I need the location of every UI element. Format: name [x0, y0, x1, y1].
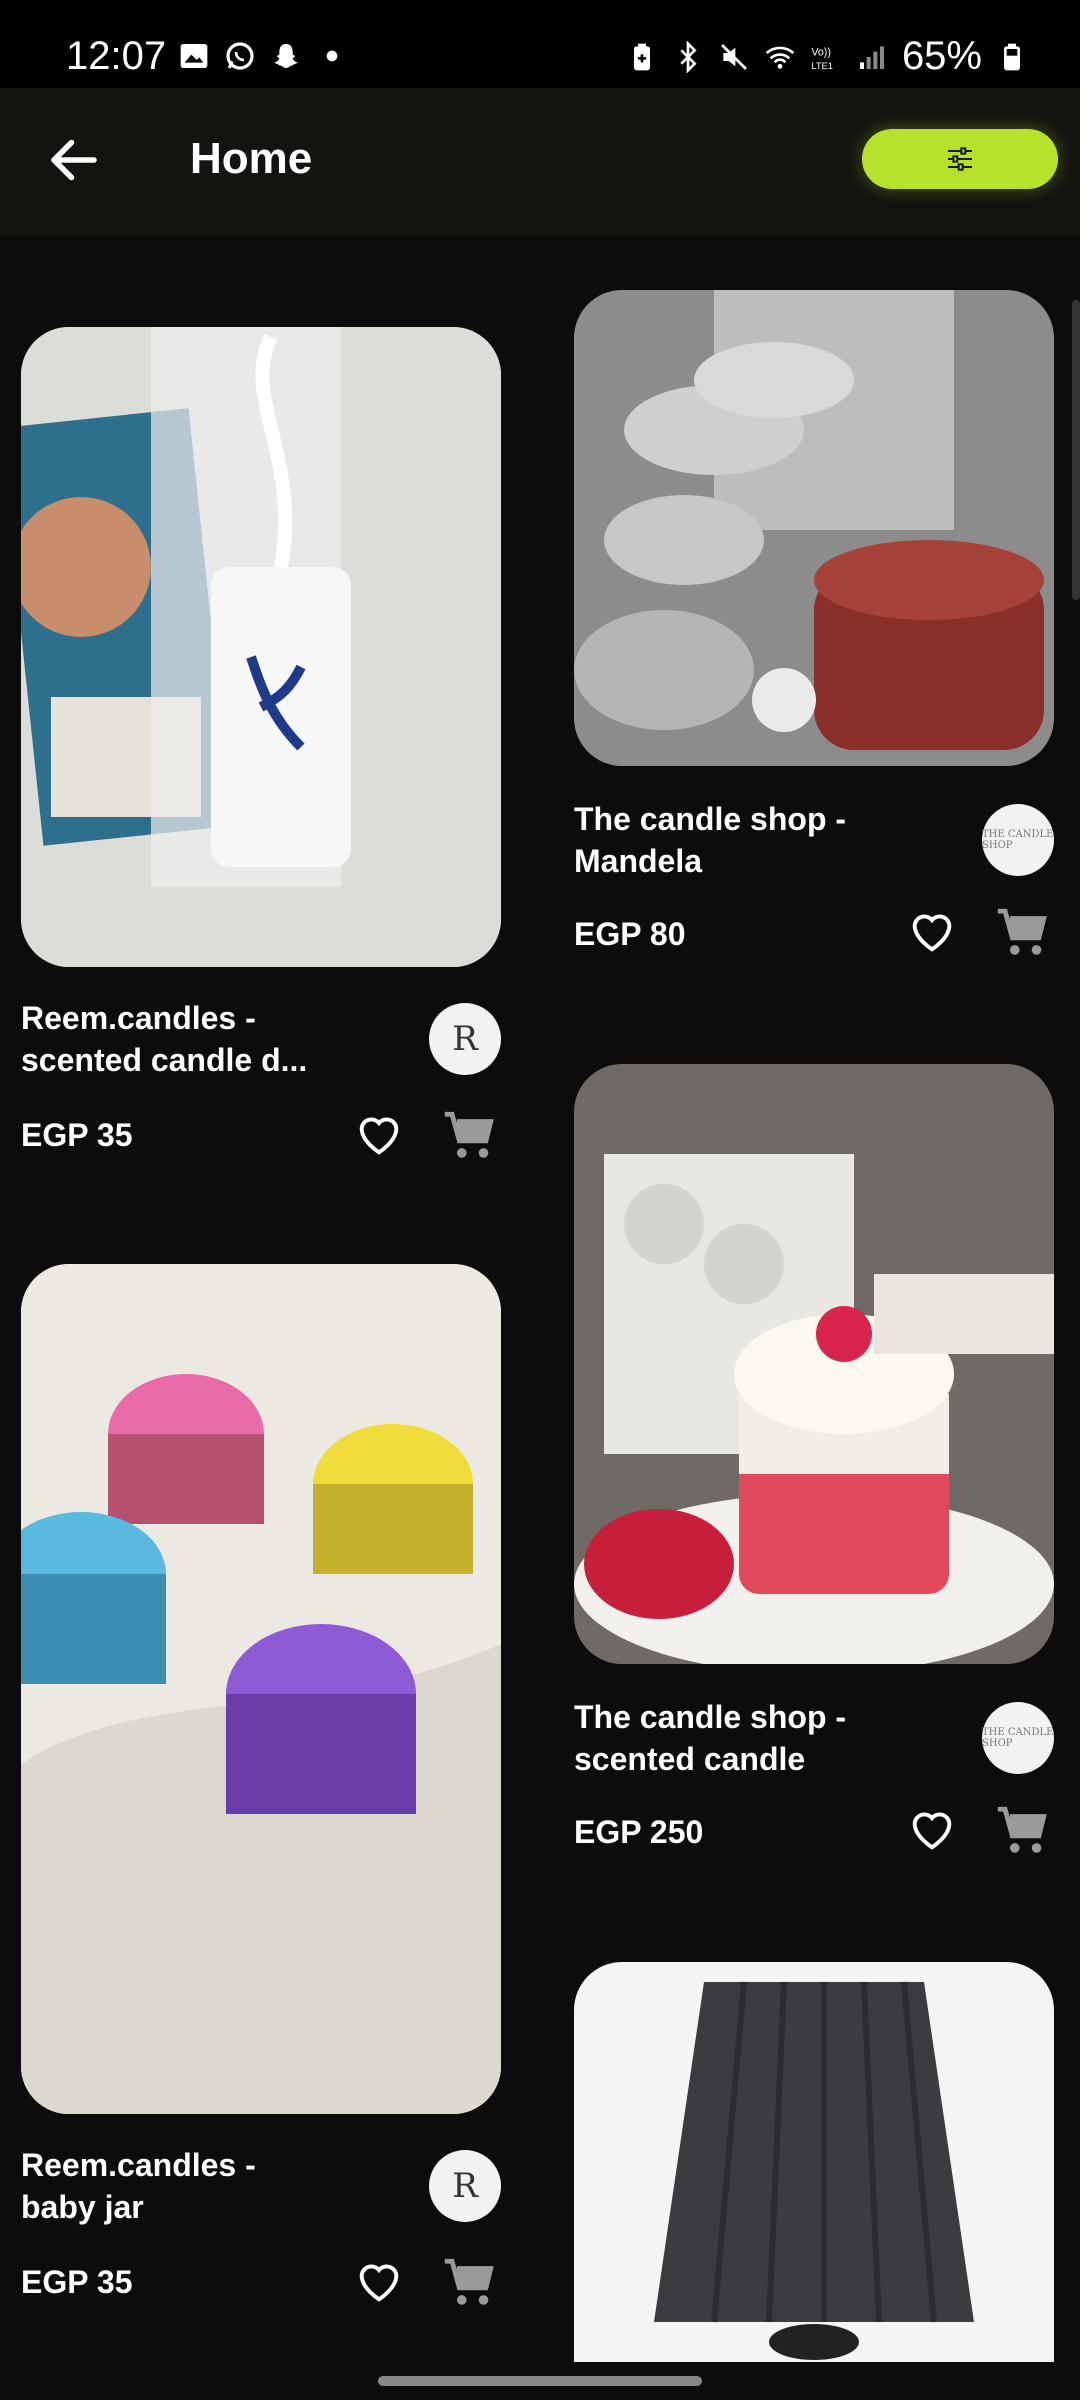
product-price: EGP 35 — [21, 2264, 133, 2300]
home-indicator[interactable] — [378, 2376, 702, 2386]
heart-icon[interactable] — [351, 2256, 407, 2308]
product-card[interactable]: The candle shop - scented candle THE CAN… — [574, 1064, 1054, 1884]
dot-icon — [326, 50, 338, 62]
cart-icon[interactable] — [439, 1107, 499, 1165]
app-bar: Home — [0, 88, 1080, 236]
product-card[interactable] — [574, 1962, 1054, 2362]
product-card[interactable]: Reem.candles - baby jar R EGP 35 — [21, 1264, 501, 2314]
cart-icon[interactable] — [992, 1802, 1052, 1860]
product-image[interactable] — [574, 290, 1054, 766]
product-price: EGP 250 — [574, 1814, 704, 1850]
system-icons: Vo)) LTE1 65% — [626, 34, 1028, 79]
snapchat-icon — [274, 44, 298, 68]
svg-text:Vo)): Vo)) — [811, 46, 831, 58]
sliders-icon — [948, 147, 972, 171]
product-name[interactable]: Reem.candles - baby jar — [21, 2144, 351, 2228]
battery-percent: 65% — [901, 34, 982, 78]
battery-icon — [1004, 43, 1020, 70]
battery-saver-icon — [633, 43, 650, 70]
product-name[interactable]: Reem.candles - scented candle d... — [21, 997, 351, 1081]
heart-icon[interactable] — [351, 1109, 407, 1161]
wifi-icon — [765, 46, 795, 69]
scroll-indicator[interactable] — [1072, 300, 1080, 600]
notification-icons — [178, 40, 348, 72]
filter-button[interactable] — [862, 129, 1058, 189]
whatsapp-icon — [226, 42, 254, 70]
svg-text:LTE1: LTE1 — [811, 61, 833, 71]
heart-icon[interactable] — [904, 906, 960, 958]
cart-icon[interactable] — [992, 904, 1052, 962]
product-image[interactable] — [21, 327, 501, 967]
shop-logo[interactable]: THE CANDLE SHOP — [982, 804, 1054, 876]
product-name[interactable]: The candle shop - Mandela — [574, 798, 904, 882]
cart-icon[interactable] — [439, 2254, 499, 2312]
product-card[interactable]: The candle shop - Mandela THE CANDLE SHO… — [574, 290, 1054, 970]
product-image[interactable] — [574, 1064, 1054, 1664]
mute-icon — [720, 43, 747, 70]
product-card[interactable]: Reem.candles - scented candle d... R EGP… — [21, 327, 501, 1158]
status-bar: 12:07 Vo)) LTE1 65% — [0, 0, 1080, 88]
gallery-icon — [180, 44, 208, 68]
product-price: EGP 80 — [574, 916, 686, 952]
product-name[interactable]: The candle shop - scented candle — [574, 1696, 904, 1780]
page-title: Home — [190, 134, 313, 183]
shop-logo[interactable]: R — [429, 1003, 501, 1075]
arrow-left-icon[interactable] — [44, 130, 104, 190]
signal-icon — [859, 45, 884, 69]
shop-logo[interactable]: THE CANDLE SHOP — [982, 1702, 1054, 1774]
product-price: EGP 35 — [21, 1117, 133, 1153]
heart-icon[interactable] — [904, 1804, 960, 1856]
product-image[interactable] — [21, 1264, 501, 2114]
volte-icon: Vo)) LTE1 — [811, 46, 833, 71]
product-image[interactable] — [574, 1962, 1054, 2362]
bluetooth-icon — [680, 40, 697, 73]
shop-logo[interactable]: R — [429, 2150, 501, 2222]
status-time: 12:07 — [66, 34, 167, 78]
